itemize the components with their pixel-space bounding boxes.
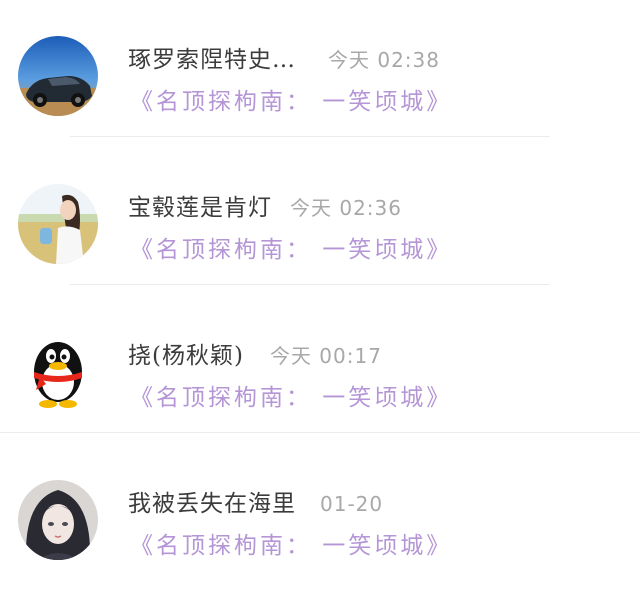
avatar[interactable] — [18, 36, 98, 116]
name-line: 宝毂莲是肯灯 今天 02:36 — [128, 188, 402, 221]
timestamp: 今天 00:17 — [269, 344, 382, 368]
timestamp: 01-20 — [320, 492, 384, 516]
contact-name: 琢罗索陧特史… — [128, 47, 296, 73]
avatar[interactable] — [18, 184, 98, 264]
girl-field-avatar-icon — [18, 184, 98, 264]
message-preview: 《名顶探枸南： 一笑顷城》 — [130, 533, 453, 559]
sports-car-avatar-icon — [18, 36, 98, 116]
contact-name: 我被丢失在海里 — [128, 491, 296, 517]
conversation-item[interactable]: 琢罗索陧特史… 今天 02:38 《名顶探枸南： 一笑顷城》 — [0, 0, 640, 148]
avatar[interactable] — [18, 330, 98, 410]
timestamp: 今天 02:36 — [290, 196, 402, 220]
avatar[interactable] — [18, 480, 98, 560]
name-line: 琢罗索陧特史… 今天 02:38 — [128, 40, 440, 73]
contact-name: 挠(杨秋颖) — [128, 343, 244, 369]
divider — [70, 136, 550, 137]
name-line: 我被丢失在海里 01-20 — [128, 484, 384, 517]
divider — [70, 284, 550, 285]
conversation-item[interactable]: 宝毂莲是肯灯 今天 02:36 《名顶探枸南： 一笑顷城》 — [0, 148, 640, 296]
timestamp: 今天 02:38 — [328, 48, 440, 72]
message-preview: 《名顶探枸南： 一笑顷城》 — [130, 89, 453, 115]
conversation-list: 琢罗索陧特史… 今天 02:38 《名顶探枸南： 一笑顷城》 宝毂莲是肯灯 今天… — [0, 0, 640, 579]
message-preview: 《名顶探枸南： 一笑顷城》 — [130, 385, 453, 411]
message-preview: 《名顶探枸南： 一笑顷城》 — [130, 237, 453, 263]
anime-girl-avatar-icon — [18, 480, 98, 560]
conversation-item[interactable]: 挠(杨秋颖) 今天 00:17 《名顶探枸南： 一笑顷城》 — [0, 296, 640, 444]
conversation-item[interactable]: 我被丢失在海里 01-20 《名顶探枸南： 一笑顷城》 — [0, 444, 640, 592]
qq-penguin-icon — [34, 342, 82, 408]
divider — [0, 432, 640, 433]
contact-name: 宝毂莲是肯灯 — [128, 195, 272, 221]
name-line: 挠(杨秋颖) 今天 00:17 — [128, 336, 382, 369]
